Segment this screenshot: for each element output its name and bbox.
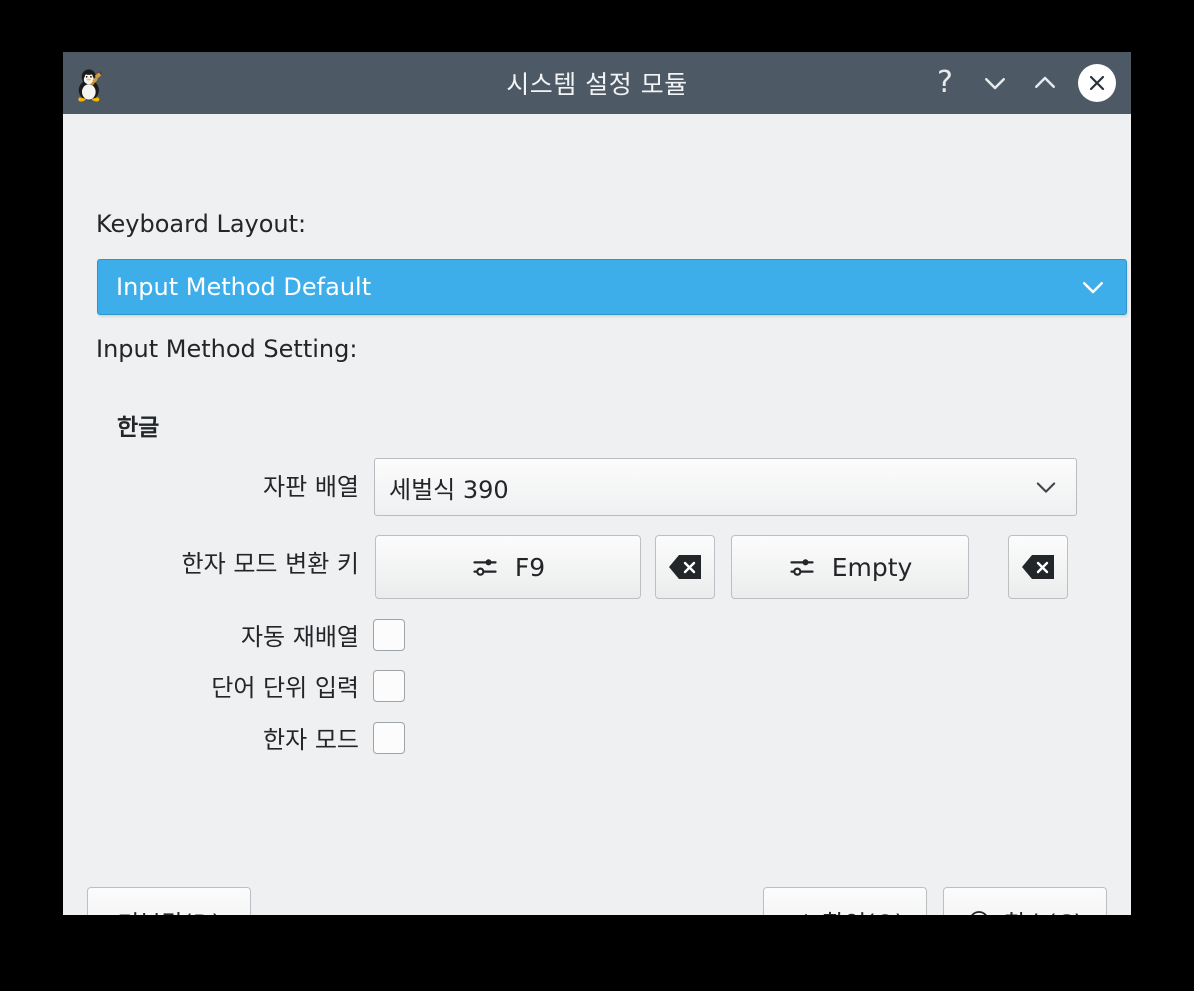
ok-button[interactable]: 확인(O)	[763, 887, 927, 915]
ok-button-label: 확인(O)	[822, 904, 904, 916]
close-icon[interactable]	[1078, 64, 1116, 102]
hanja-mode-label: 한자 모드	[263, 726, 359, 754]
hanja-hotkey-value-1: F9	[514, 552, 546, 582]
hanja-hotkey-value-2: Empty	[831, 552, 913, 582]
keyboard-layout-combobox[interactable]: Input Method Default	[97, 259, 1127, 315]
cancel-button-label: 취소(C)	[1003, 904, 1083, 916]
tux-penguin-icon	[78, 69, 102, 102]
keyboard-layout-label: Keyboard Layout:	[96, 210, 307, 238]
defaults-button-label: 기본값(D)	[117, 904, 220, 916]
hanja-mode-row: 한자 모드	[95, 720, 405, 755]
hanja-hotkey-button-1[interactable]: F9	[375, 535, 641, 599]
input-method-setting-label: Input Method Setting:	[96, 335, 358, 363]
auto-reorder-row: 자동 재배열	[95, 617, 405, 652]
word-commit-label: 단어 단위 입력	[211, 674, 359, 702]
check-icon	[786, 909, 810, 915]
word-commit-checkbox[interactable]	[373, 669, 405, 702]
sliders-icon	[471, 553, 499, 581]
chevron-up-icon[interactable]	[1028, 66, 1062, 100]
keyboard-arrangement-value: 세벌식 390	[389, 475, 509, 504]
hangul-group-heading: 한글	[117, 415, 160, 441]
window-controls: ?	[928, 64, 1131, 102]
window-titlebar: 시스템 설정 모듈 ?	[63, 52, 1131, 114]
chevron-down-icon	[1078, 272, 1126, 302]
chevron-down-icon	[1032, 473, 1076, 501]
word-commit-row: 단어 단위 입력	[95, 668, 405, 703]
chevron-down-icon[interactable]	[978, 66, 1012, 100]
backspace-icon	[1021, 554, 1055, 580]
defaults-button[interactable]: 기본값(D)	[87, 887, 251, 915]
sliders-icon	[788, 553, 816, 581]
hanja-mode-hotkey-label: 한자 모드 변환 키	[181, 550, 359, 578]
hanja-hotkey-clear-button-2[interactable]	[1008, 535, 1068, 599]
dialog-content: Keyboard Layout: Input Method Default In…	[63, 114, 1131, 915]
prohibited-icon	[967, 909, 991, 915]
auto-reorder-label: 자동 재배열	[240, 623, 359, 651]
help-button[interactable]: ?	[928, 66, 962, 100]
keyboard-arrangement-combobox[interactable]: 세벌식 390	[374, 458, 1077, 516]
hanja-hotkey-clear-button-1[interactable]	[655, 535, 715, 599]
hanja-hotkey-button-2[interactable]: Empty	[731, 535, 969, 599]
auto-reorder-checkbox[interactable]	[373, 618, 405, 651]
backspace-icon	[668, 554, 702, 580]
system-settings-module-window: 시스템 설정 모듈 ? Keyboard Layout: Input Metho…	[63, 52, 1131, 915]
keyboard-arrangement-label: 자판 배열	[263, 473, 359, 501]
cancel-button[interactable]: 취소(C)	[943, 887, 1107, 915]
keyboard-layout-value: Input Method Default	[116, 273, 372, 301]
hanja-mode-checkbox[interactable]	[373, 721, 405, 754]
